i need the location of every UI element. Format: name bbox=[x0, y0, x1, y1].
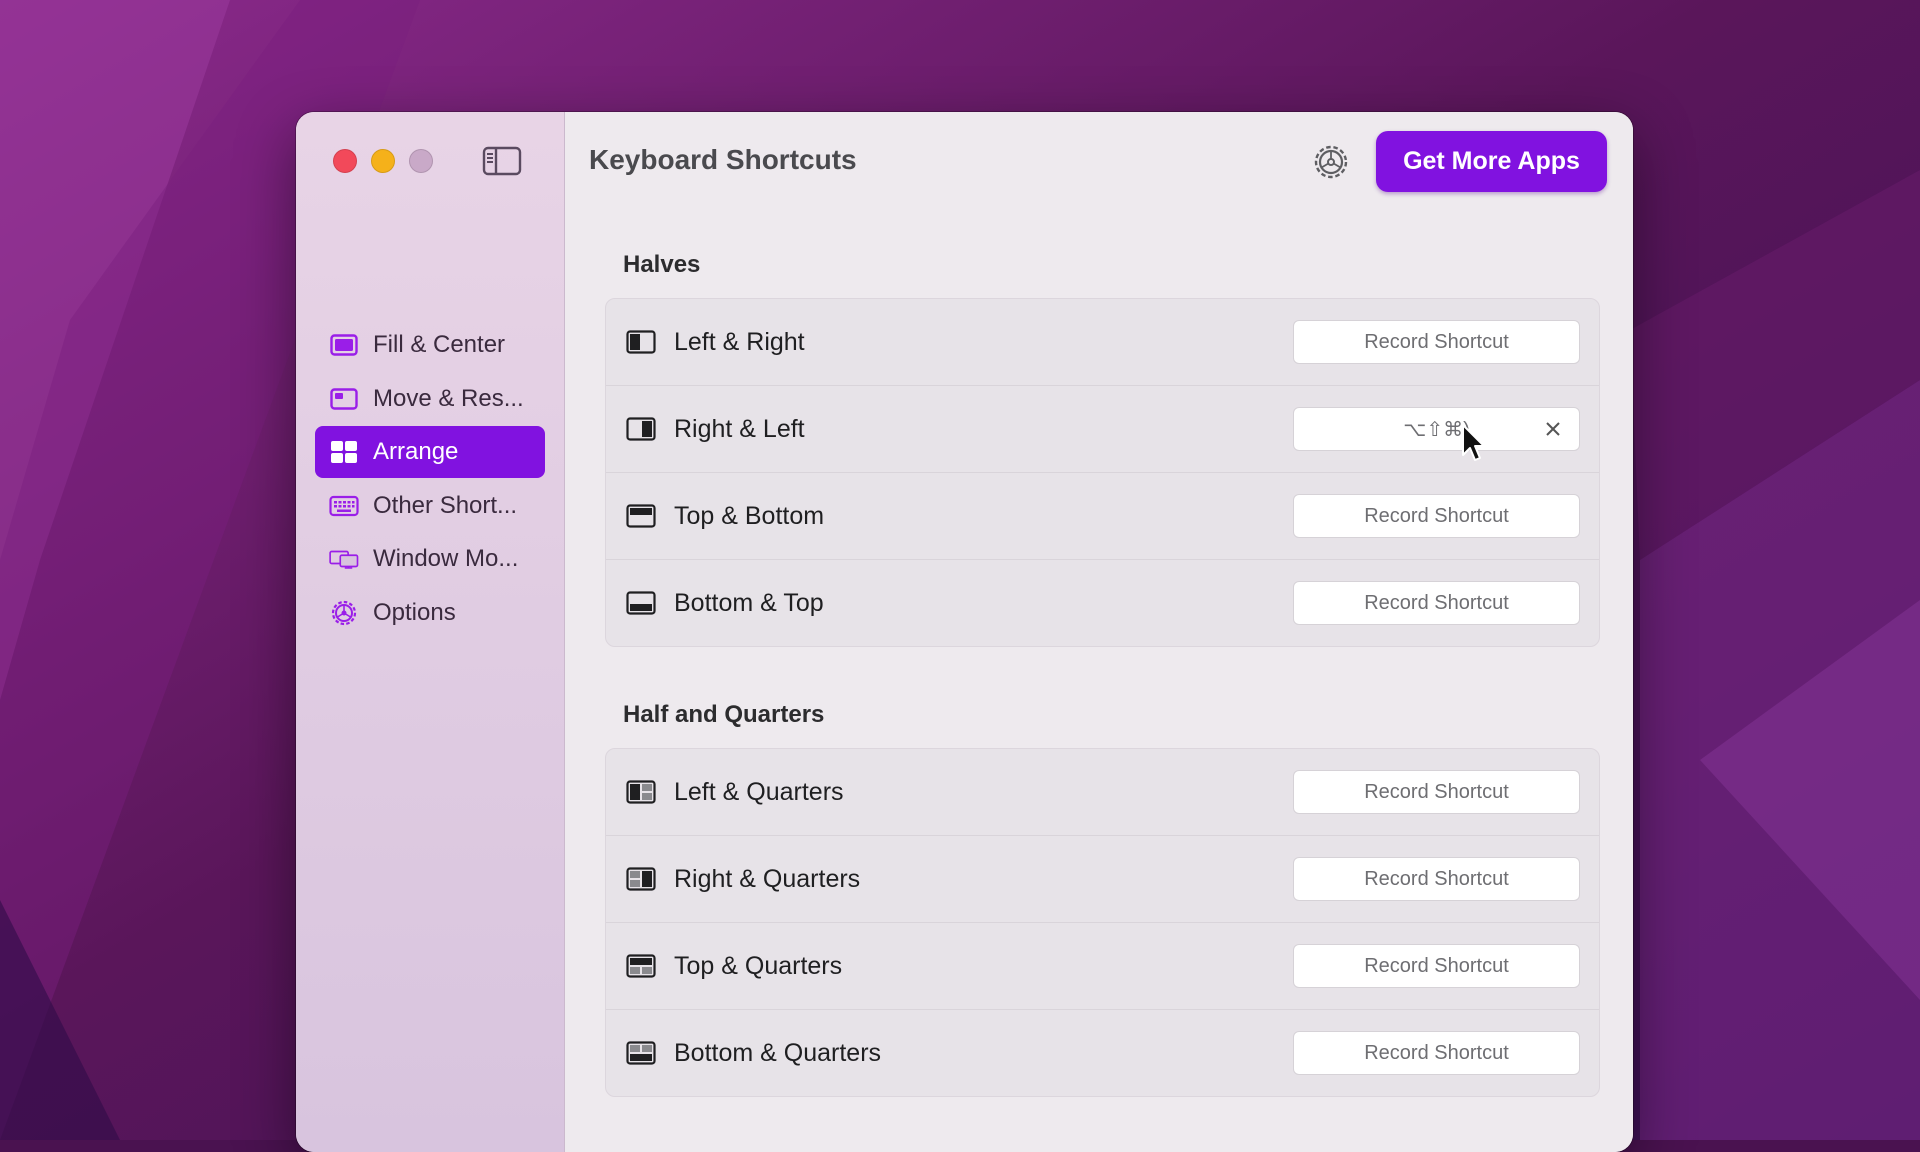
shortcut-row: Top & Bottom Record Shortcut bbox=[606, 473, 1599, 560]
left-quarters-icon bbox=[626, 780, 656, 804]
shortcut-keys: ⌥⇧⌘) bbox=[1403, 418, 1470, 441]
settings-gear-icon[interactable] bbox=[1311, 142, 1351, 182]
shortcut-label: Right & Quarters bbox=[674, 864, 861, 893]
shortcut-row: Right & Quarters Record Shortcut bbox=[606, 836, 1599, 923]
main-panel: Keyboard Shortcuts Get More Apps Halves … bbox=[565, 112, 1633, 1152]
sidebar-item-label: Fill & Center bbox=[373, 331, 506, 358]
page-title: Keyboard Shortcuts bbox=[589, 144, 857, 175]
clear-shortcut-icon[interactable] bbox=[1541, 417, 1565, 441]
shortcut-row: Left & Right Record Shortcut bbox=[606, 299, 1599, 386]
record-shortcut-text: Record Shortcut bbox=[1364, 1041, 1509, 1064]
mouse-pointer-icon bbox=[1462, 424, 1485, 461]
sidebar-item-label: Move & Res... bbox=[373, 384, 524, 412]
shortcut-row: Top & Quarters Record Shortcut bbox=[606, 923, 1599, 1010]
record-shortcut-button[interactable]: Record Shortcut bbox=[1293, 494, 1580, 538]
right-half-icon bbox=[626, 417, 656, 441]
sidebar-nav: Fill & Center Move & Res... Arrange Othe… bbox=[315, 319, 545, 641]
top-half-icon bbox=[626, 504, 656, 528]
record-shortcut-button[interactable]: Record Shortcut bbox=[1293, 581, 1580, 625]
record-shortcut-text: Record Shortcut bbox=[1364, 591, 1509, 614]
shortcut-label: Top & Quarters bbox=[674, 951, 843, 980]
sidebar-item-options[interactable]: Options bbox=[315, 587, 545, 639]
top-quarters-icon bbox=[626, 954, 656, 978]
sidebar-item-label: Window Mo... bbox=[373, 545, 519, 573]
sidebar-item-arrange[interactable]: Arrange bbox=[315, 426, 545, 479]
shortcut-label: Bottom & Quarters bbox=[674, 1038, 882, 1067]
shortcut-row: Bottom & Quarters Record Shortcut bbox=[606, 1010, 1599, 1096]
sidebar-item-label: Options bbox=[373, 598, 456, 626]
record-shortcut-text: Record Shortcut bbox=[1364, 954, 1509, 977]
bottom-quarters-icon bbox=[626, 1041, 656, 1065]
close-window-button[interactable] bbox=[333, 149, 357, 173]
record-shortcut-button[interactable]: Record Shortcut bbox=[1293, 944, 1580, 988]
left-half-icon bbox=[626, 330, 656, 354]
shortcut-row: Left & Quarters Record Shortcut bbox=[606, 749, 1599, 836]
sidebar-item-label: Arrange bbox=[373, 438, 459, 466]
keyboard-icon bbox=[329, 494, 359, 518]
sidebar: Fill & Center Move & Res... Arrange Othe… bbox=[296, 112, 565, 1152]
arrange-grid-icon bbox=[329, 440, 359, 464]
section-title-half-and-quarters: Half and Quarters bbox=[623, 701, 825, 728]
zoom-window-button[interactable] bbox=[409, 149, 433, 173]
shortcut-label: Top & Bottom bbox=[674, 501, 825, 530]
sidebar-item-fill-center[interactable]: Fill & Center bbox=[315, 319, 545, 371]
fill-center-icon bbox=[329, 333, 359, 357]
gear-icon bbox=[329, 600, 359, 626]
shortcut-label: Bottom & Top bbox=[674, 588, 824, 617]
shortcut-row: Bottom & Top Record Shortcut bbox=[606, 560, 1599, 646]
window-controls bbox=[333, 149, 433, 173]
record-shortcut-text: Record Shortcut bbox=[1364, 504, 1509, 527]
minimize-window-button[interactable] bbox=[371, 149, 395, 173]
record-shortcut-text: Record Shortcut bbox=[1364, 867, 1509, 890]
shortcut-label: Left & Right bbox=[674, 327, 805, 356]
shortcut-group-halves: Left & Right Record Shortcut Right & Lef… bbox=[605, 298, 1600, 647]
move-resize-icon bbox=[329, 387, 359, 411]
app-window: Fill & Center Move & Res... Arrange Othe… bbox=[296, 112, 1633, 1152]
shortcut-label: Right & Left bbox=[674, 414, 805, 443]
sidebar-item-move-resize[interactable]: Move & Res... bbox=[315, 373, 545, 425]
sidebar-item-other-shortcuts[interactable]: Other Short... bbox=[315, 480, 545, 532]
record-shortcut-text: Record Shortcut bbox=[1364, 780, 1509, 803]
record-shortcut-button[interactable]: Record Shortcut bbox=[1293, 320, 1580, 364]
record-shortcut-button[interactable]: Record Shortcut bbox=[1293, 770, 1580, 814]
record-shortcut-button[interactable]: Record Shortcut bbox=[1293, 857, 1580, 901]
section-title-halves: Halves bbox=[623, 251, 701, 278]
sidebar-item-window-mode[interactable]: Window Mo... bbox=[315, 533, 545, 585]
get-more-apps-button[interactable]: Get More Apps bbox=[1376, 131, 1607, 192]
shortcut-label: Left & Quarters bbox=[674, 777, 844, 806]
monitors-icon bbox=[329, 547, 359, 571]
right-quarters-icon bbox=[626, 867, 656, 891]
shortcut-field-recorded[interactable]: ⌥⇧⌘) bbox=[1293, 407, 1580, 451]
shortcut-group-half-and-quarters: Left & Quarters Record Shortcut Right & … bbox=[605, 748, 1600, 1097]
sidebar-toggle-icon[interactable] bbox=[482, 146, 522, 176]
record-shortcut-text: Record Shortcut bbox=[1364, 330, 1509, 353]
bottom-half-icon bbox=[626, 591, 656, 615]
sidebar-item-label: Other Short... bbox=[373, 491, 518, 519]
record-shortcut-button[interactable]: Record Shortcut bbox=[1293, 1031, 1580, 1075]
shortcut-row: Right & Left ⌥⇧⌘) bbox=[606, 386, 1599, 473]
